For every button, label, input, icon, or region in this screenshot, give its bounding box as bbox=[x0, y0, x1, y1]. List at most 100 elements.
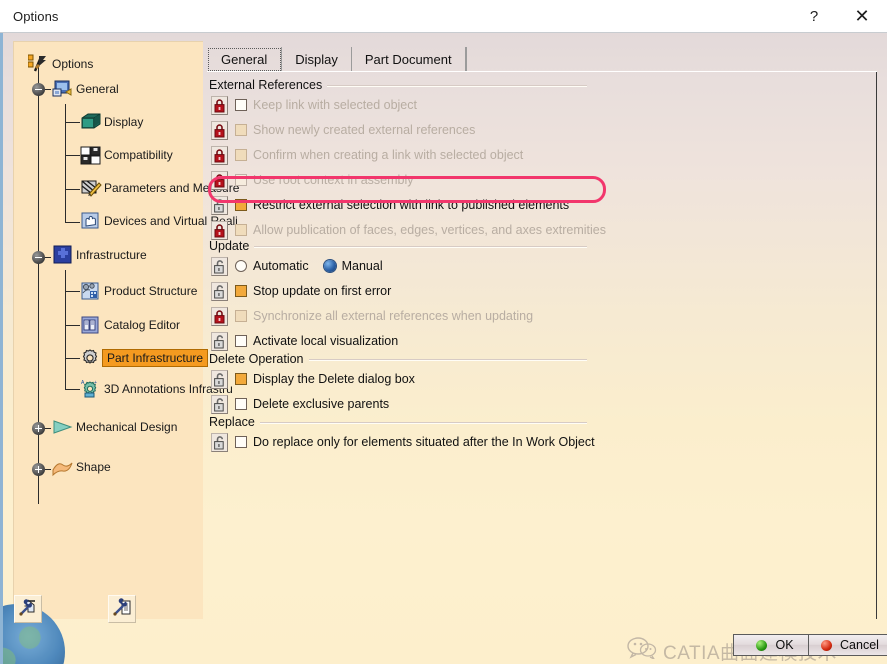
window-title: Options bbox=[13, 8, 59, 24]
tree-trunk-line bbox=[38, 64, 39, 504]
tab-part-document[interactable]: Part Document bbox=[352, 47, 466, 72]
sidebar-item-mechanical-design[interactable]: Mechanical Design bbox=[52, 417, 179, 437]
update-mode-radio-group[interactable]: Automatic Manual bbox=[235, 259, 383, 273]
sidebar-item-shape[interactable]: Shape bbox=[52, 457, 113, 477]
option-label: Delete exclusive parents bbox=[253, 397, 390, 411]
lock-closed-icon[interactable] bbox=[211, 306, 228, 326]
sidebar-item-compatibility[interactable]: Compatibility bbox=[80, 145, 175, 165]
wrench-document-icon bbox=[112, 597, 132, 622]
sidebar-item-label: Shape bbox=[76, 460, 111, 474]
lock-open-icon[interactable] bbox=[211, 195, 228, 215]
tree-expander-general[interactable] bbox=[32, 83, 45, 96]
options-tree-panel[interactable]: Options General Display Compatibility Pa… bbox=[13, 41, 239, 619]
sidebar-item-options[interactable]: Options bbox=[27, 54, 95, 74]
checkbox[interactable] bbox=[235, 124, 247, 136]
checkbox[interactable] bbox=[235, 310, 247, 322]
option-row-update-mode[interactable]: Automatic Manual bbox=[211, 256, 383, 276]
lock-open-icon[interactable] bbox=[211, 331, 228, 351]
checkbox[interactable] bbox=[235, 199, 247, 211]
sidebar-item-infrastructure[interactable]: Infrastructure bbox=[52, 245, 149, 265]
wrench-home-icon bbox=[18, 597, 38, 622]
radio-manual[interactable] bbox=[323, 260, 336, 272]
option-label: Do replace only for elements situated af… bbox=[253, 435, 595, 449]
lock-closed-icon[interactable] bbox=[211, 120, 228, 140]
option-label: Restrict external selection with link to… bbox=[253, 198, 570, 212]
option-label: Show newly created external references bbox=[253, 123, 476, 137]
radio-automatic[interactable] bbox=[235, 260, 247, 272]
lock-open-icon[interactable] bbox=[211, 281, 228, 301]
option-row-stop-update-on-first-error[interactable]: Stop update on first error bbox=[211, 281, 391, 301]
checkbox[interactable] bbox=[235, 335, 247, 347]
checkbox[interactable] bbox=[235, 224, 247, 236]
tab-endcap bbox=[465, 47, 467, 72]
tab-underline bbox=[207, 71, 877, 72]
checkbox[interactable] bbox=[235, 398, 247, 410]
group-rule bbox=[327, 84, 587, 86]
sidebar-item-display[interactable]: Display bbox=[80, 112, 145, 132]
ok-status-dot-icon bbox=[756, 639, 768, 651]
minus-glyph bbox=[35, 88, 42, 91]
checkbox[interactable] bbox=[235, 174, 247, 186]
lock-open-icon[interactable] bbox=[211, 394, 228, 414]
tree-expander-stub-shape bbox=[45, 469, 51, 470]
home-settings-button[interactable] bbox=[14, 595, 42, 623]
group-label: Replace bbox=[209, 415, 255, 429]
tab-general[interactable]: General bbox=[207, 47, 283, 72]
checkbox[interactable] bbox=[235, 436, 247, 448]
lock-open-icon[interactable] bbox=[211, 256, 228, 276]
option-row-delete-exclusive-parents[interactable]: Delete exclusive parents bbox=[211, 394, 389, 414]
option-row-allow-publication[interactable]: Allow publication of faces, edges, verti… bbox=[211, 220, 606, 240]
sidebar-item-general[interactable]: General bbox=[52, 79, 121, 99]
lock-closed-icon[interactable] bbox=[211, 170, 228, 190]
document-settings-button[interactable] bbox=[108, 595, 136, 623]
tab-display[interactable]: Display bbox=[282, 47, 352, 72]
checkbox[interactable] bbox=[235, 149, 247, 161]
option-row-confirm-when-creating-link[interactable]: Confirm when creating a link with select… bbox=[211, 145, 523, 165]
help-button[interactable]: ? bbox=[791, 0, 837, 32]
option-row-keep-link[interactable]: Keep link with selected object bbox=[211, 95, 417, 115]
sidebar-item-part-infrastructure[interactable]: Part Infrastructure bbox=[80, 348, 209, 368]
cancel-status-dot-icon bbox=[821, 639, 833, 651]
svg-text:+: + bbox=[94, 380, 97, 386]
checkbox[interactable] bbox=[235, 285, 247, 297]
parameters-measure-icon bbox=[80, 178, 102, 198]
lock-closed-icon[interactable] bbox=[211, 95, 228, 115]
tree-expander-shape[interactable] bbox=[32, 463, 45, 476]
lock-open-icon[interactable] bbox=[211, 369, 228, 389]
option-row-display-delete-dialog[interactable]: Display the Delete dialog box bbox=[211, 369, 415, 389]
tree-expander-mechanical-design[interactable] bbox=[32, 422, 45, 435]
option-row-restrict-external-selection[interactable]: Restrict external selection with link to… bbox=[211, 195, 569, 215]
tree-expander-infrastructure[interactable] bbox=[32, 251, 45, 264]
option-row-show-newly-created[interactable]: Show newly created external references bbox=[211, 120, 475, 140]
option-label: Confirm when creating a link with select… bbox=[253, 148, 524, 162]
tree-expander-stub-general bbox=[45, 89, 51, 90]
sidebar-item-product-structure[interactable]: Product Structure bbox=[80, 281, 199, 301]
checkbox[interactable] bbox=[235, 373, 247, 385]
catalog-editor-icon bbox=[80, 315, 102, 335]
option-row-do-replace-only-after-in-work-object[interactable]: Do replace only for elements situated af… bbox=[211, 432, 595, 452]
sidebar-item-catalog-editor[interactable]: Catalog Editor bbox=[80, 315, 182, 335]
cancel-button[interactable]: Cancel bbox=[808, 634, 887, 656]
option-row-use-root-context[interactable]: Use root context in assembly bbox=[211, 170, 414, 190]
general-icon bbox=[52, 79, 74, 99]
tab-strip[interactable]: General Display Part Document bbox=[207, 41, 467, 72]
lock-closed-icon[interactable] bbox=[211, 145, 228, 165]
lock-open-icon[interactable] bbox=[211, 432, 228, 452]
options-dialog: Options General Display Compatibility Pa… bbox=[0, 33, 887, 664]
plus-glyph-v bbox=[37, 466, 40, 473]
close-button[interactable]: ✕ bbox=[837, 0, 887, 32]
checkbox[interactable] bbox=[235, 99, 247, 111]
lock-closed-icon[interactable] bbox=[211, 220, 228, 240]
sidebar-item-label: Options bbox=[52, 57, 94, 71]
tree-connector-catalog bbox=[65, 325, 80, 326]
group-title-update: Update bbox=[209, 239, 587, 253]
option-row-activate-local-visualization[interactable]: Activate local visualization bbox=[211, 331, 398, 351]
group-label: External References bbox=[209, 78, 323, 92]
radio-label-manual: Manual bbox=[341, 259, 383, 273]
sidebar-item-label: Catalog Editor bbox=[104, 318, 181, 332]
tree-connector-parameters bbox=[65, 189, 80, 190]
tree-expander-stub-mechanical bbox=[45, 428, 51, 429]
options-root-icon bbox=[27, 54, 50, 74]
ok-button[interactable]: OK bbox=[733, 634, 817, 656]
option-row-synchronize-external-references[interactable]: Synchronize all external references when… bbox=[211, 306, 533, 326]
